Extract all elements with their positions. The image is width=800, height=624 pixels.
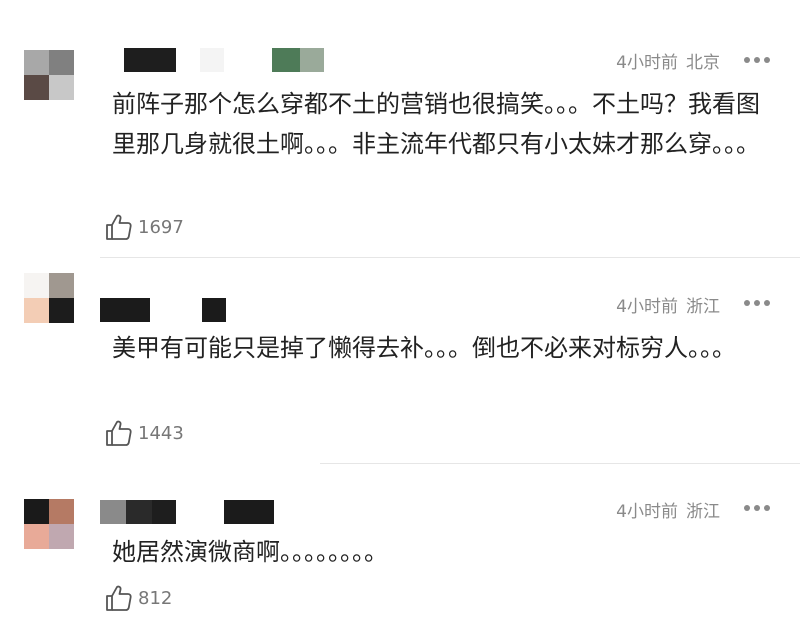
comment-list: 4小时前 北京 前阵子那个怎么穿都不土的营销也很搞笑。。。不土吗？我看图里那几身就… [0, 0, 800, 624]
comment-meta: 4小时前 北京 [616, 48, 720, 73]
like-button[interactable]: 1443 [104, 418, 184, 448]
redaction-block [272, 48, 300, 72]
like-count: 1697 [138, 216, 184, 238]
more-dots-icon[interactable] [744, 56, 770, 64]
comment-text: 前阵子那个怎么穿都不土的营销也很搞笑。。。不土吗？我看图里那几身就很土啊。。。非… [112, 90, 760, 158]
avatar-pixel [49, 298, 74, 323]
avatar-pixel [24, 50, 49, 75]
like-button[interactable]: 812 [104, 583, 172, 613]
avatar-pixel [24, 273, 49, 298]
redaction-block [224, 500, 274, 524]
comment-time: 4小时前 [616, 297, 678, 317]
comment-meta: 4小时前 浙江 [616, 497, 720, 522]
redaction-block [100, 298, 150, 322]
redaction-block [202, 298, 226, 322]
comment-item: 4小时前 浙江 她居然演微商啊。。。。。。。。 812 [0, 464, 800, 624]
redaction-block [126, 500, 152, 524]
thumbs-up-icon [106, 214, 132, 240]
avatar-pixel [24, 499, 49, 524]
avatar-pixel [24, 298, 49, 323]
redaction-block [100, 500, 126, 524]
comment-location: 浙江 [686, 502, 720, 522]
avatar-pixel [49, 75, 74, 100]
like-button[interactable]: 1697 [104, 212, 184, 242]
avatar-pixel [49, 524, 74, 549]
more-dots-icon[interactable] [744, 504, 770, 512]
thumbs-up-icon [106, 585, 132, 611]
avatar-pixel [24, 524, 49, 549]
redaction-block [300, 48, 324, 72]
comment-time: 4小时前 [616, 502, 678, 522]
more-dots-icon[interactable] [744, 299, 770, 307]
like-count: 1443 [138, 422, 184, 444]
redaction-block [176, 500, 224, 524]
comment-text: 她居然演微商啊。。。。。。。。 [112, 538, 388, 566]
comment-item: 4小时前 北京 前阵子那个怎么穿都不土的营销也很搞笑。。。不土吗？我看图里那几身就… [0, 0, 800, 258]
comment-text: 美甲有可能只是掉了懒得去补。。。倒也不必来对标穷人。。。 [112, 334, 736, 362]
redaction-block [124, 48, 176, 72]
avatar-pixel [49, 50, 74, 75]
avatar[interactable] [24, 50, 74, 100]
comment-location: 浙江 [686, 297, 720, 317]
avatar[interactable] [24, 499, 74, 549]
like-count: 812 [138, 587, 173, 609]
redaction-block [152, 500, 176, 524]
avatar-pixel [49, 499, 74, 524]
avatar[interactable] [24, 273, 74, 323]
comment-location: 北京 [686, 53, 720, 73]
thumbs-up-icon [106, 420, 132, 446]
redaction-block [200, 48, 224, 72]
avatar-pixel [49, 273, 74, 298]
comment-item: 4小时前 浙江 美甲有可能只是掉了懒得去补。。。倒也不必来对标穷人。。。 1443 [0, 258, 800, 464]
avatar-pixel [24, 75, 49, 100]
comment-meta: 4小时前 浙江 [616, 292, 720, 317]
redaction-block [150, 298, 202, 322]
comment-time: 4小时前 [616, 53, 678, 73]
